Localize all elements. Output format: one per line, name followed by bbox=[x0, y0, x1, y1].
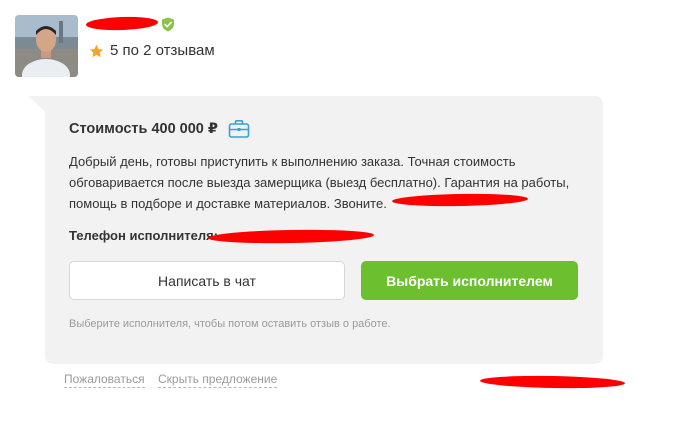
offer-card: Стоимость 400 000 ₽ Добрый день, готовы … bbox=[45, 96, 603, 364]
complain-link[interactable]: Пожаловаться bbox=[64, 372, 145, 388]
price-row: Стоимость 400 000 ₽ bbox=[69, 119, 250, 139]
redacted-phone bbox=[207, 228, 375, 245]
hide-offer-link[interactable]: Скрыть предложение bbox=[158, 372, 278, 388]
rating: 5 по 2 отзывам bbox=[89, 42, 215, 60]
star-icon bbox=[89, 44, 104, 57]
avatar-photo bbox=[15, 15, 78, 77]
briefcase-icon bbox=[228, 120, 250, 138]
phone-label: Телефон исполнителя: bbox=[69, 228, 219, 243]
write-to-chat-button[interactable]: Написать в чат bbox=[69, 261, 345, 300]
price-label: Стоимость 400 000 ₽ bbox=[69, 121, 218, 137]
redacted-footer bbox=[479, 374, 626, 390]
hint-text: Выберите исполнителя, чтобы потом остави… bbox=[69, 318, 391, 330]
avatar[interactable] bbox=[15, 15, 78, 77]
choose-executor-button[interactable]: Выбрать исполнителем bbox=[361, 261, 578, 300]
rating-text[interactable]: 5 по 2 отзывам bbox=[110, 42, 215, 60]
redacted-name bbox=[85, 15, 159, 32]
offer-description: Добрый день, готовы приступить к выполне… bbox=[69, 154, 570, 211]
shield-check-icon bbox=[162, 17, 174, 32]
